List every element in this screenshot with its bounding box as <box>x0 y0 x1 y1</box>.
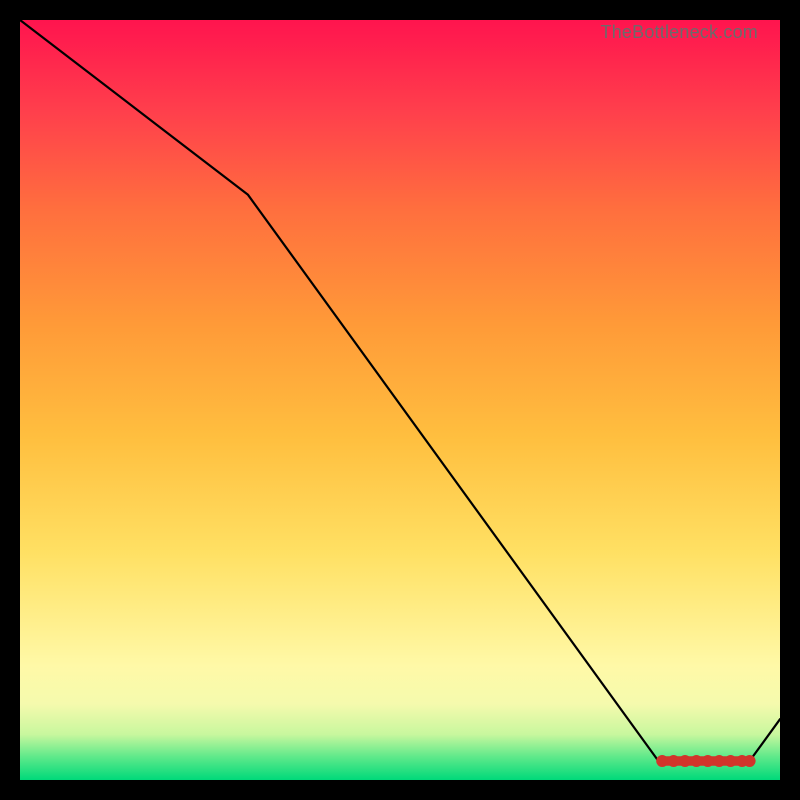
attribution-text: TheBottleneck.com <box>601 22 758 43</box>
chart-plot <box>20 20 780 780</box>
chart-background <box>20 20 780 780</box>
chart-frame: TheBottleneck.com <box>20 20 780 780</box>
